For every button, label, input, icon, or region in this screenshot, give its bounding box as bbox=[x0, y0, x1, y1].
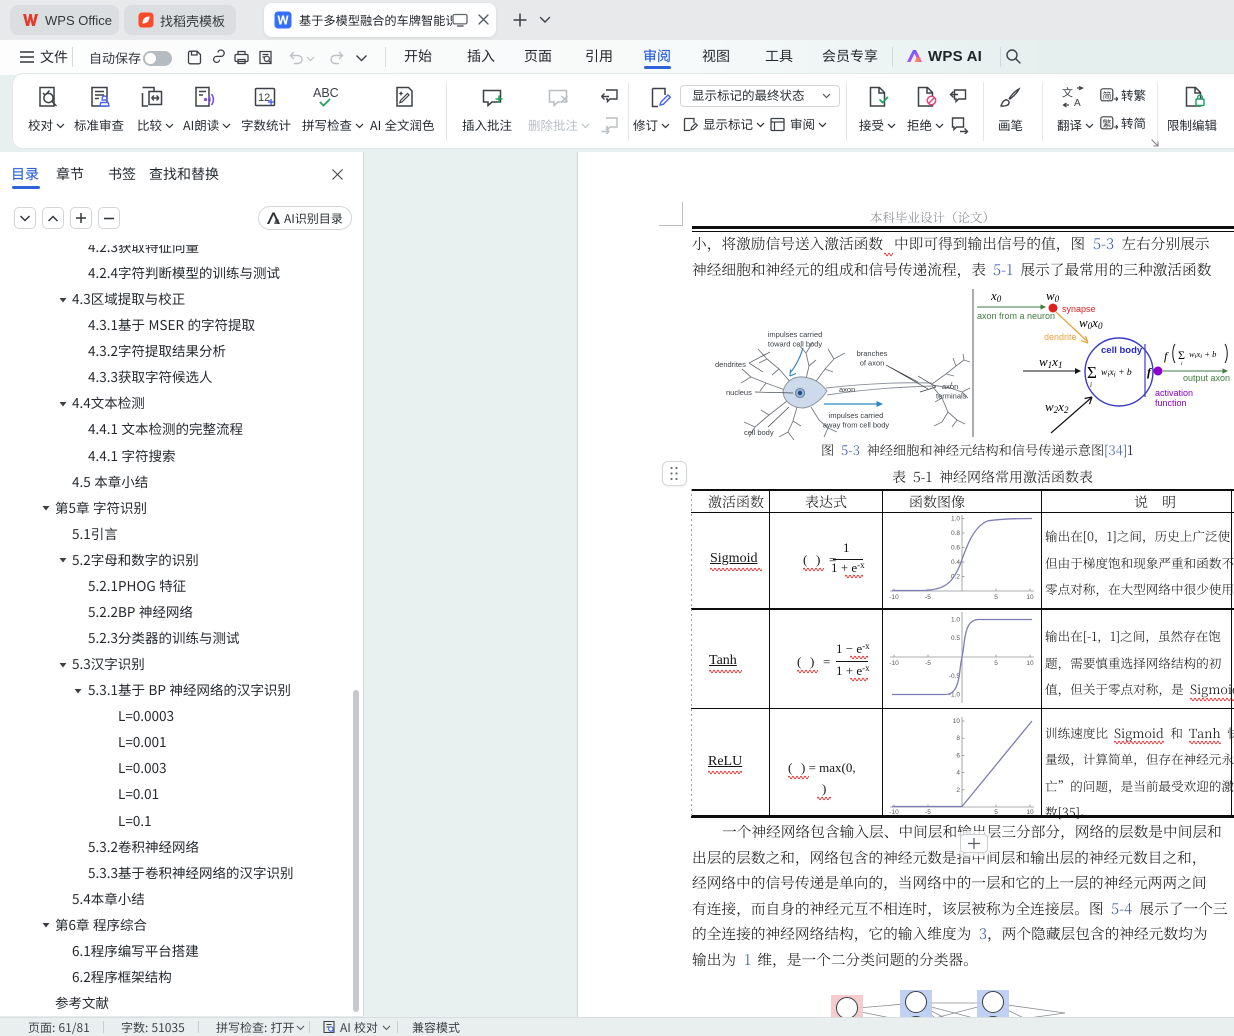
svg-text:function: function bbox=[1155, 398, 1187, 408]
svg-text:5: 5 bbox=[994, 809, 998, 816]
svg-text:4: 4 bbox=[956, 770, 960, 777]
svg-text:synapse: synapse bbox=[1062, 304, 1096, 314]
svg-text:w1x1: w1x1 bbox=[1039, 354, 1062, 370]
svg-text:terminals: terminals bbox=[936, 392, 967, 401]
svg-text:1.0: 1.0 bbox=[951, 617, 960, 624]
svg-text:0.8: 0.8 bbox=[951, 530, 960, 537]
svg-text:wixi + b: wixi + b bbox=[1189, 349, 1216, 360]
svg-text:10: 10 bbox=[1026, 594, 1034, 601]
svg-text:impulses carried: impulses carried bbox=[768, 330, 823, 339]
svg-text:0.6: 0.6 bbox=[951, 545, 960, 552]
svg-text:branches: branches bbox=[857, 349, 888, 358]
svg-text:output axon: output axon bbox=[1183, 373, 1230, 383]
svg-text:wixi + b: wixi + b bbox=[1101, 368, 1132, 379]
svg-text:impulses carried: impulses carried bbox=[829, 411, 884, 420]
svg-text:10: 10 bbox=[1026, 660, 1034, 667]
svg-text:Σ: Σ bbox=[1087, 363, 1097, 382]
svg-text:-10: -10 bbox=[889, 660, 899, 667]
svg-text:cell body: cell body bbox=[744, 428, 774, 437]
svg-text:dendrites: dendrites bbox=[715, 360, 746, 369]
svg-text:-5: -5 bbox=[925, 660, 931, 667]
svg-text:-5: -5 bbox=[925, 809, 931, 816]
svg-text:axon from a neuron: axon from a neuron bbox=[977, 311, 1055, 321]
svg-text:-10: -10 bbox=[889, 594, 899, 601]
svg-text:0.4: 0.4 bbox=[951, 559, 960, 566]
svg-text:10: 10 bbox=[953, 718, 961, 725]
svg-text:w0x0: w0x0 bbox=[1079, 315, 1103, 331]
svg-text:-5: -5 bbox=[925, 594, 931, 601]
svg-text:dendrite: dendrite bbox=[1044, 332, 1077, 342]
svg-text:2: 2 bbox=[956, 787, 960, 794]
svg-text:of axon: of axon bbox=[860, 359, 885, 368]
svg-text:10: 10 bbox=[1026, 809, 1034, 816]
svg-text:f: f bbox=[1164, 349, 1169, 363]
svg-text:nucleus: nucleus bbox=[726, 388, 752, 397]
svg-text:5: 5 bbox=[994, 594, 998, 601]
svg-text:cell body: cell body bbox=[1101, 345, 1143, 356]
svg-text:w2x2: w2x2 bbox=[1045, 399, 1069, 415]
svg-text:1.0: 1.0 bbox=[951, 516, 960, 523]
svg-text:5: 5 bbox=[994, 660, 998, 667]
svg-text:activation: activation bbox=[1155, 388, 1193, 398]
svg-text:w0: w0 bbox=[1046, 288, 1060, 304]
svg-text:-10: -10 bbox=[889, 809, 899, 816]
svg-text:8: 8 bbox=[956, 735, 960, 742]
svg-text:0.5: 0.5 bbox=[951, 635, 960, 642]
svg-text:axon: axon bbox=[839, 385, 855, 394]
svg-text:x0: x0 bbox=[990, 288, 1002, 304]
svg-text:A: A bbox=[1074, 98, 1081, 109]
svg-text:6: 6 bbox=[956, 752, 960, 759]
svg-text:-1.0: -1.0 bbox=[949, 692, 961, 699]
svg-text:i: i bbox=[1090, 381, 1092, 389]
svg-text:away from cell body: away from cell body bbox=[823, 421, 890, 430]
svg-text:axon: axon bbox=[942, 382, 958, 391]
svg-text:Σ: Σ bbox=[1178, 348, 1185, 362]
svg-text:ABC: ABC bbox=[313, 86, 339, 100]
svg-text:toward cell body: toward cell body bbox=[768, 340, 822, 349]
